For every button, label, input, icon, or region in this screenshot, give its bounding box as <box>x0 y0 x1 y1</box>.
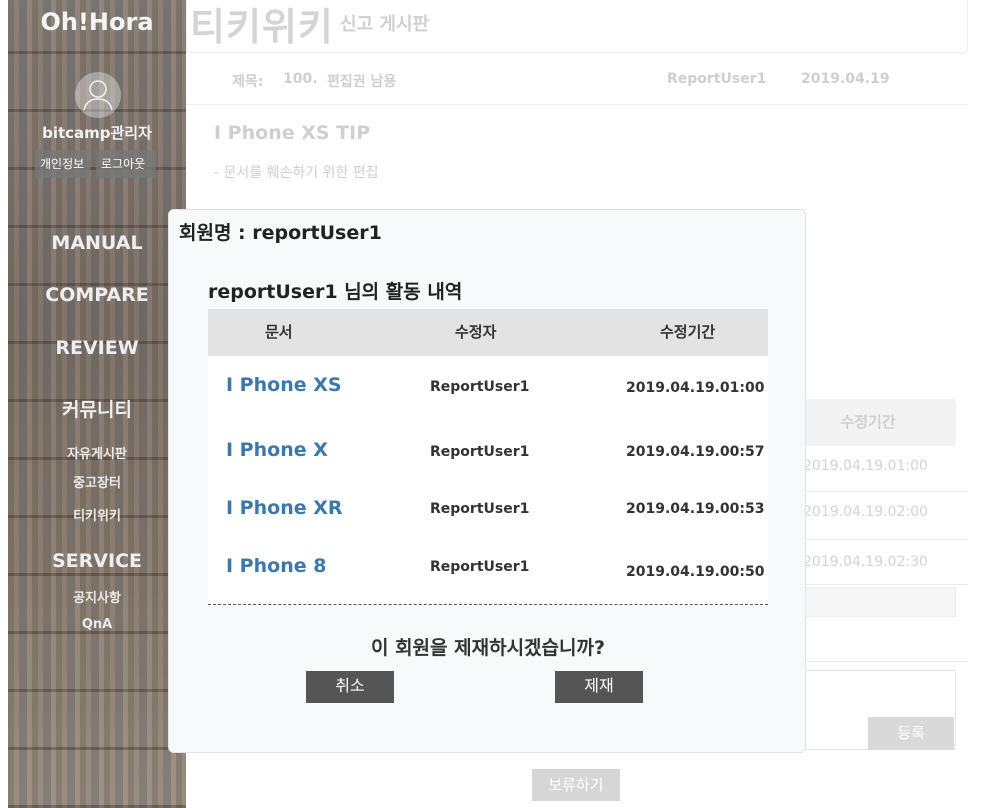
edit-date: 2019.04.19.00:50 <box>626 564 765 580</box>
editor-name: ReportUser1 <box>430 444 530 460</box>
editor-name: ReportUser1 <box>430 501 530 517</box>
editor-name: ReportUser1 <box>430 559 530 575</box>
document-link[interactable]: I Phone X <box>226 439 328 461</box>
document-link[interactable]: I Phone 8 <box>226 555 326 577</box>
menu-manual[interactable]: MANUAL <box>8 232 186 254</box>
menu-community[interactable]: 커뮤니티 <box>8 395 186 422</box>
pagination-box <box>780 587 956 617</box>
activity-title: reportUser1 님의 활동 내역 <box>208 281 463 303</box>
menu-service[interactable]: SERVICE <box>8 550 186 572</box>
member-sanction-modal: 회원명 : reportUser1 reportUser1 님의 활동 내역 문… <box>168 209 806 753</box>
subject-label: 제목: <box>232 74 264 90</box>
table-row: I Phone XR ReportUser1 2019.04.19.00:53 <box>208 479 768 537</box>
table-row: I Phone 8 ReportUser1 2019.04.19.00:50 <box>208 537 768 595</box>
sanction-button[interactable]: 제재 <box>555 671 643 703</box>
avatar-icon <box>75 72 121 118</box>
page-title: 티키위키 <box>190 5 334 49</box>
document-link[interactable]: I Phone XR <box>226 497 343 519</box>
divider <box>186 104 968 105</box>
cancel-button[interactable]: 취소 <box>306 671 394 703</box>
history-date: 2019.04.19.01:00 <box>803 458 928 474</box>
edit-date: 2019.04.19.00:53 <box>626 501 765 517</box>
history-date: 2019.04.19.02:30 <box>803 554 928 570</box>
menu-qna[interactable]: QnA <box>8 617 186 632</box>
username: bitcamp관리자 <box>42 124 152 142</box>
divider <box>780 661 968 662</box>
edit-date: 2019.04.19.01:00 <box>626 380 765 396</box>
table-header: 문서 수정자 수정기간 <box>208 309 768 356</box>
divider <box>780 539 968 540</box>
column-header-date: 수정기간 <box>660 323 716 341</box>
report-author: ReportUser1 <box>667 71 767 87</box>
history-date: 2019.04.19.02:00 <box>803 504 928 520</box>
page-subtitle: 신고 게시판 <box>340 14 430 35</box>
menu-notice[interactable]: 공지사항 <box>8 587 186 606</box>
column-header-document: 문서 <box>265 323 293 341</box>
report-subject: 편집권 남용 <box>327 74 397 90</box>
activity-table: 문서 수정자 수정기간 I Phone XS ReportUser1 2019.… <box>208 309 768 605</box>
edit-date: 2019.04.19.00:57 <box>626 444 765 460</box>
site-logo[interactable]: Oh!Hora <box>8 8 186 36</box>
post-description: - 문서를 훼손하기 위한 편집 <box>214 165 379 181</box>
sidebar: Oh!Hora bitcamp관리자 개인정보 로그아웃 MANUAL COMP… <box>8 0 186 808</box>
divider <box>780 491 968 492</box>
editor-name: ReportUser1 <box>430 379 530 395</box>
logout-button[interactable]: 로그아웃 <box>96 150 156 178</box>
post-title: I Phone XS TIP <box>214 122 371 144</box>
report-date: 2019.04.19 <box>801 71 890 87</box>
report-number: 100. <box>283 71 318 87</box>
table-row: I Phone XS ReportUser1 2019.04.19.01:00 <box>208 356 768 414</box>
hold-button[interactable]: 보류하기 <box>532 769 620 801</box>
column-header-editor: 수정자 <box>455 323 497 341</box>
user-silhouette-icon <box>83 80 113 111</box>
menu-used-market[interactable]: 중고장터 <box>8 472 186 491</box>
divider <box>780 584 968 585</box>
document-link[interactable]: I Phone XS <box>226 374 342 396</box>
menu-tikiwiki[interactable]: 티키위키 <box>8 505 186 524</box>
member-name-label: 회원명 : reportUser1 <box>179 222 382 244</box>
menu-free-board[interactable]: 자유게시판 <box>8 443 186 462</box>
sanction-question: 이 회원을 제재하시겠습니까? <box>370 637 605 659</box>
menu-compare[interactable]: COMPARE <box>8 284 186 306</box>
menu-review[interactable]: REVIEW <box>8 337 186 359</box>
table-row: I Phone X ReportUser1 2019.04.19.00:57 <box>208 421 768 479</box>
history-header: 수정기간 <box>780 399 956 446</box>
profile-button[interactable]: 개인정보 <box>35 150 90 178</box>
register-button[interactable]: 등록 <box>868 717 954 750</box>
